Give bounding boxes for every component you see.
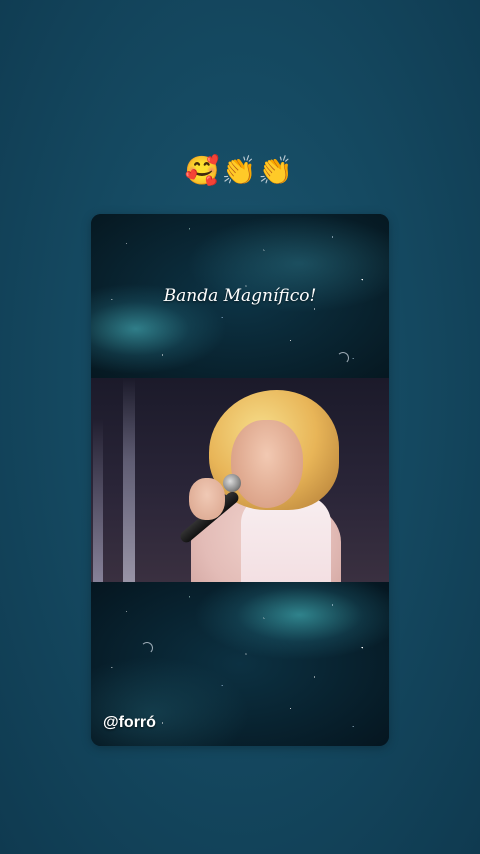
- instagram-story[interactable]: 🥰👏👏 Banda Magnífico! @forró: [0, 0, 480, 854]
- singer-face: [231, 420, 303, 508]
- video-frame-singer[interactable]: [91, 378, 389, 582]
- account-handle[interactable]: @forró: [103, 714, 156, 732]
- planet-icon: [141, 642, 153, 654]
- microphone-head: [223, 474, 241, 492]
- singer-hand: [189, 478, 225, 520]
- stage-light: [123, 378, 135, 582]
- card-title: Banda Magnífico!: [163, 286, 317, 306]
- stage-light: [93, 378, 103, 582]
- shared-post-card[interactable]: Banda Magnífico! @forró: [91, 214, 389, 746]
- emoji-caption: 🥰👏👏: [184, 154, 296, 187]
- planet-icon: [337, 352, 349, 364]
